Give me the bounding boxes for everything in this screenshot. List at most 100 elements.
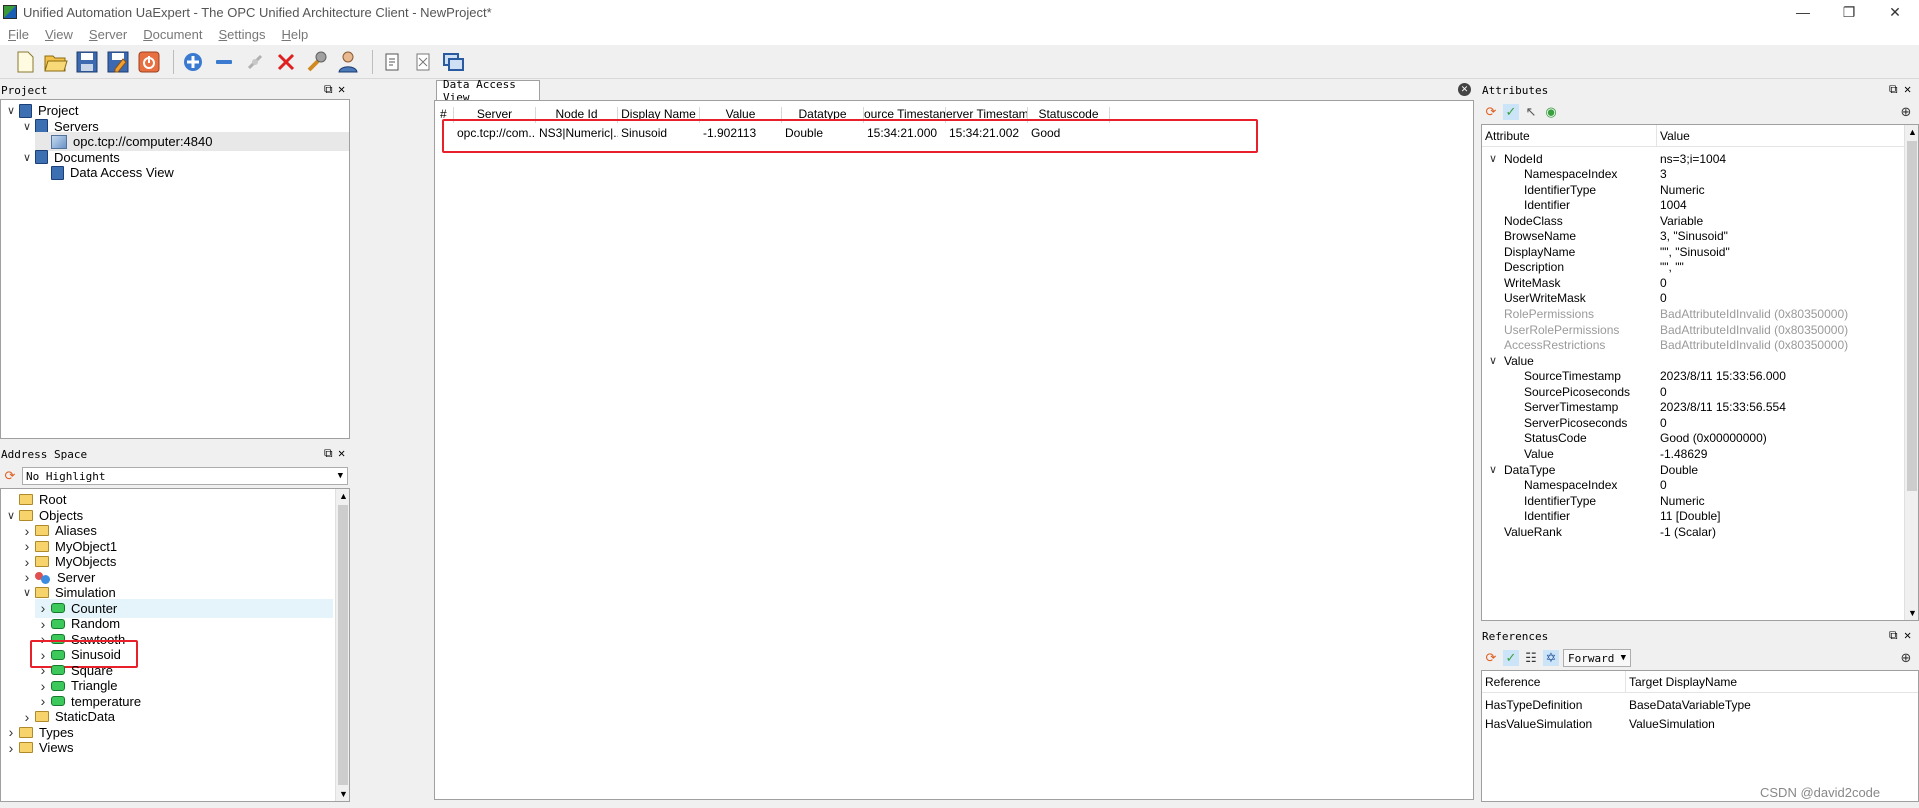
- app-window: Unified Automation UaExpert - The OPC Un…: [0, 0, 1919, 808]
- column-value[interactable]: Value: [1660, 129, 1690, 143]
- check-icon[interactable]: ✓: [1503, 104, 1519, 120]
- refresh-icon[interactable]: ⟳: [1483, 104, 1499, 120]
- close-project-button[interactable]: [136, 49, 162, 75]
- menu-bar: File View Server Document Settings Help: [0, 24, 1919, 45]
- close-window-button[interactable]: ✕: [1872, 0, 1918, 24]
- chevron-down-icon[interactable]: ∨: [19, 586, 35, 599]
- disconnect-button[interactable]: [273, 49, 299, 75]
- scroll-up-icon[interactable]: ▲: [339, 491, 348, 501]
- hierarchy-icon[interactable]: ☷: [1523, 650, 1539, 666]
- network-icon[interactable]: ✡: [1543, 650, 1559, 666]
- chevron-down-icon[interactable]: ∨: [19, 151, 35, 164]
- attribute-name: NodeId: [1504, 151, 1543, 166]
- chevron-down-icon[interactable]: ∨: [1485, 152, 1501, 165]
- monitor-icon[interactable]: ◉: [1543, 104, 1559, 120]
- attribute-name: SourceTimestamp: [1524, 369, 1621, 384]
- address-scrollbar[interactable]: ▲ ▼: [335, 489, 349, 801]
- address-tree-item-views[interactable]: › Views: [3, 738, 333, 757]
- reference-row[interactable]: HasValueSimulation ValueSimulation: [1482, 714, 1918, 733]
- chevron-down-icon[interactable]: ∨: [3, 509, 19, 522]
- project-tree-item-data-access-view[interactable]: Data Access View: [35, 163, 349, 182]
- settings-button[interactable]: [304, 49, 330, 75]
- close-tab-icon[interactable]: ✕: [1458, 83, 1471, 96]
- float-icon[interactable]: ⧉: [1889, 82, 1898, 97]
- menu-label: ile: [15, 27, 29, 42]
- save-as-button[interactable]: [105, 49, 131, 75]
- close-icon[interactable]: ✕: [338, 82, 345, 96]
- menu-server[interactable]: Server: [81, 27, 135, 42]
- chevron-down-icon[interactable]: ∨: [3, 104, 19, 117]
- maximize-button[interactable]: ❐: [1826, 0, 1872, 24]
- variable-icon: [51, 680, 65, 691]
- menu-accelerator: S: [218, 27, 228, 42]
- attribute-value: -1 (Scalar): [1660, 524, 1717, 539]
- scroll-thumb[interactable]: [1907, 141, 1917, 491]
- menu-accelerator: S: [88, 27, 98, 42]
- column-target-displayname[interactable]: Target DisplayName: [1629, 675, 1737, 689]
- new-project-button[interactable]: [12, 49, 38, 75]
- menu-help[interactable]: Help: [273, 27, 316, 42]
- attribute-value: "", "": [1660, 260, 1684, 275]
- variable-icon: [51, 665, 65, 675]
- chevron-down-icon[interactable]: ∨: [1485, 463, 1501, 476]
- refresh-icon[interactable]: ⟳: [2, 468, 18, 484]
- chevron-down-icon[interactable]: ∨: [1485, 354, 1501, 367]
- add-circle-icon[interactable]: ⊕: [1898, 650, 1914, 666]
- attribute-value: Good (0x00000000): [1660, 431, 1767, 446]
- remove-document-button[interactable]: [410, 49, 436, 75]
- tab-data-access-view[interactable]: Data Access View: [436, 78, 540, 104]
- references-dock-title: References ⧉ ✕: [1481, 628, 1919, 645]
- column-attribute[interactable]: Attribute: [1485, 129, 1530, 143]
- reference-row[interactable]: HasTypeDefinition BaseDataVariableType: [1482, 695, 1918, 714]
- minimize-button[interactable]: —: [1780, 0, 1826, 24]
- close-icon[interactable]: ✕: [1904, 82, 1911, 96]
- tree-item-label: Data Access View: [70, 165, 174, 180]
- attribute-row-valuerank[interactable]: ValueRank -1 (Scalar): [1482, 522, 1904, 541]
- app-icon: [3, 5, 17, 19]
- open-project-button[interactable]: [43, 49, 69, 75]
- restore-icon: ❐: [1842, 3, 1856, 20]
- float-icon[interactable]: ⧉: [1889, 628, 1898, 643]
- close-icon[interactable]: ✕: [1904, 628, 1911, 642]
- save-project-button[interactable]: [74, 49, 100, 75]
- attribute-value: Variable: [1660, 213, 1704, 228]
- menu-file[interactable]: File: [0, 27, 37, 42]
- add-document-button[interactable]: [379, 49, 405, 75]
- add-server-button[interactable]: [180, 49, 206, 75]
- menu-document[interactable]: Document: [135, 27, 210, 42]
- direction-select[interactable]: Forward ▼: [1563, 649, 1631, 667]
- add-circle-icon[interactable]: ⊕: [1898, 104, 1914, 120]
- plus-icon: [184, 52, 202, 71]
- attribute-name: Identifier: [1524, 509, 1571, 524]
- highlight-select[interactable]: No Highlight ▼: [22, 467, 348, 485]
- column-reference[interactable]: Reference: [1485, 675, 1540, 689]
- check-icon[interactable]: ✓: [1503, 650, 1519, 666]
- folder-icon: [35, 150, 48, 164]
- scroll-thumb[interactable]: [338, 505, 348, 785]
- close-icon[interactable]: ✕: [338, 446, 345, 460]
- attribute-value: "", "Sinusoid": [1660, 244, 1730, 259]
- user-button[interactable]: [335, 49, 361, 75]
- references-header: Reference Target DisplayName: [1482, 671, 1918, 693]
- scroll-up-icon[interactable]: ▲: [1908, 127, 1917, 137]
- refresh-icon[interactable]: ⟳: [1483, 650, 1499, 666]
- folder-icon: [19, 742, 33, 753]
- chevron-down-icon[interactable]: ∨: [19, 120, 35, 133]
- windows-button[interactable]: [441, 49, 467, 75]
- attribute-name: Value: [1504, 353, 1534, 368]
- variable-icon: [51, 696, 65, 706]
- connect-button[interactable]: [242, 49, 268, 75]
- scroll-down-icon[interactable]: ▼: [339, 789, 348, 799]
- chevron-right-icon[interactable]: ›: [3, 740, 19, 756]
- remove-server-button[interactable]: [211, 49, 237, 75]
- attributes-scrollbar[interactable]: ▲ ▼: [1904, 125, 1918, 620]
- menu-view[interactable]: View: [37, 27, 81, 42]
- cursor-icon[interactable]: ↖: [1523, 104, 1539, 120]
- close-icon: ✕: [1889, 3, 1901, 20]
- attribute-name: Identifier: [1524, 198, 1571, 213]
- references-toolbar: ⟳ ✓ ☷ ✡ Forward ▼ ⊕: [1483, 648, 1917, 668]
- float-icon[interactable]: ⧉: [324, 446, 333, 461]
- scroll-down-icon[interactable]: ▼: [1908, 608, 1917, 618]
- menu-settings[interactable]: Settings: [210, 27, 273, 42]
- float-icon[interactable]: ⧉: [324, 82, 333, 97]
